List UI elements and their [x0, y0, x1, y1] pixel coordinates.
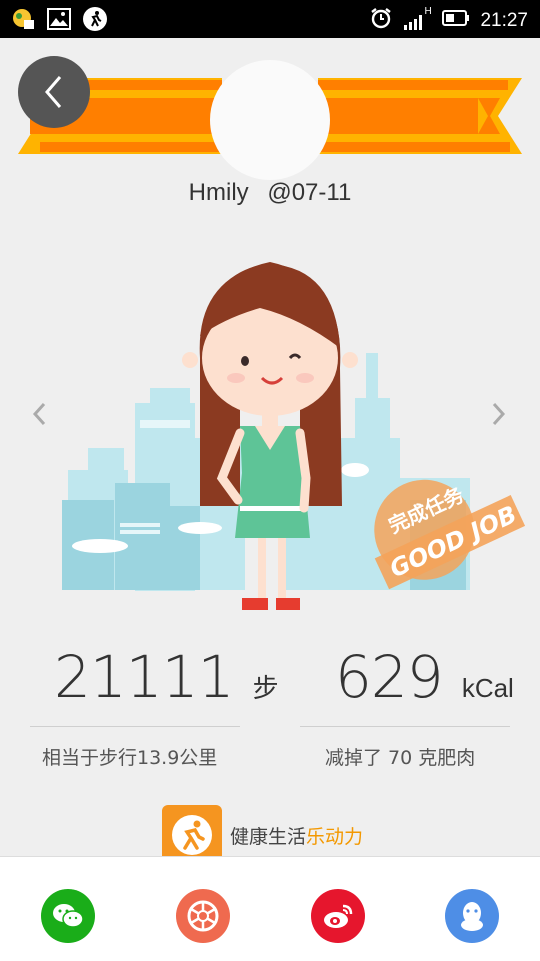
qq-share-button[interactable] — [445, 889, 499, 943]
back-button[interactable] — [18, 56, 90, 128]
calories-description: 减掉了 70 克肥肉 — [325, 747, 476, 769]
user-name: Hmily — [188, 179, 249, 206]
divider — [30, 726, 240, 727]
steps-value: 21111 — [54, 643, 235, 711]
steps-description: 相当于步行13.9公里 — [42, 747, 218, 769]
signal-icon: H — [402, 6, 432, 32]
steps-stat: 21111 步 — [54, 643, 279, 711]
previous-button[interactable] — [30, 400, 48, 432]
moments-icon — [187, 900, 219, 932]
share-bar — [0, 856, 540, 961]
chevron-left-icon — [32, 402, 46, 426]
brand-name: 乐动力 — [306, 825, 364, 848]
main-content: Hmily @07-11 完成任务 GOOD JOB 21111 步 629 k… — [0, 38, 540, 865]
avatar — [210, 60, 330, 180]
gallery-icon — [46, 6, 72, 32]
notification-app-icon — [10, 6, 36, 32]
achievement-illustration: 完成任务 GOOD JOB — [62, 262, 526, 610]
wechat-icon — [53, 904, 84, 928]
user-info: Hmily @07-11 — [0, 179, 540, 207]
moments-share-button[interactable] — [176, 889, 230, 943]
divider — [300, 726, 510, 727]
status-bar: H 21:27 — [0, 0, 540, 38]
alarm-icon — [370, 7, 392, 35]
next-button[interactable] — [490, 400, 508, 432]
qq-icon — [461, 902, 483, 931]
chevron-right-icon — [492, 402, 506, 426]
calories-unit: kCal — [461, 673, 514, 703]
weibo-share-button[interactable] — [311, 889, 365, 943]
weibo-icon — [324, 904, 353, 928]
wechat-share-button[interactable] — [41, 889, 95, 943]
chevron-left-icon — [45, 76, 62, 108]
calories-value: 629 — [335, 643, 444, 711]
steps-unit: 步 — [252, 673, 279, 703]
clock-time: 21:27 — [480, 10, 528, 31]
battery-icon — [442, 9, 470, 33]
running-icon — [82, 6, 108, 32]
record-date: @07-11 — [267, 179, 352, 206]
network-type-label: H — [424, 6, 432, 17]
calories-stat: 629 kCal — [335, 643, 514, 711]
brand-slogan: 健康生活 — [230, 825, 307, 848]
